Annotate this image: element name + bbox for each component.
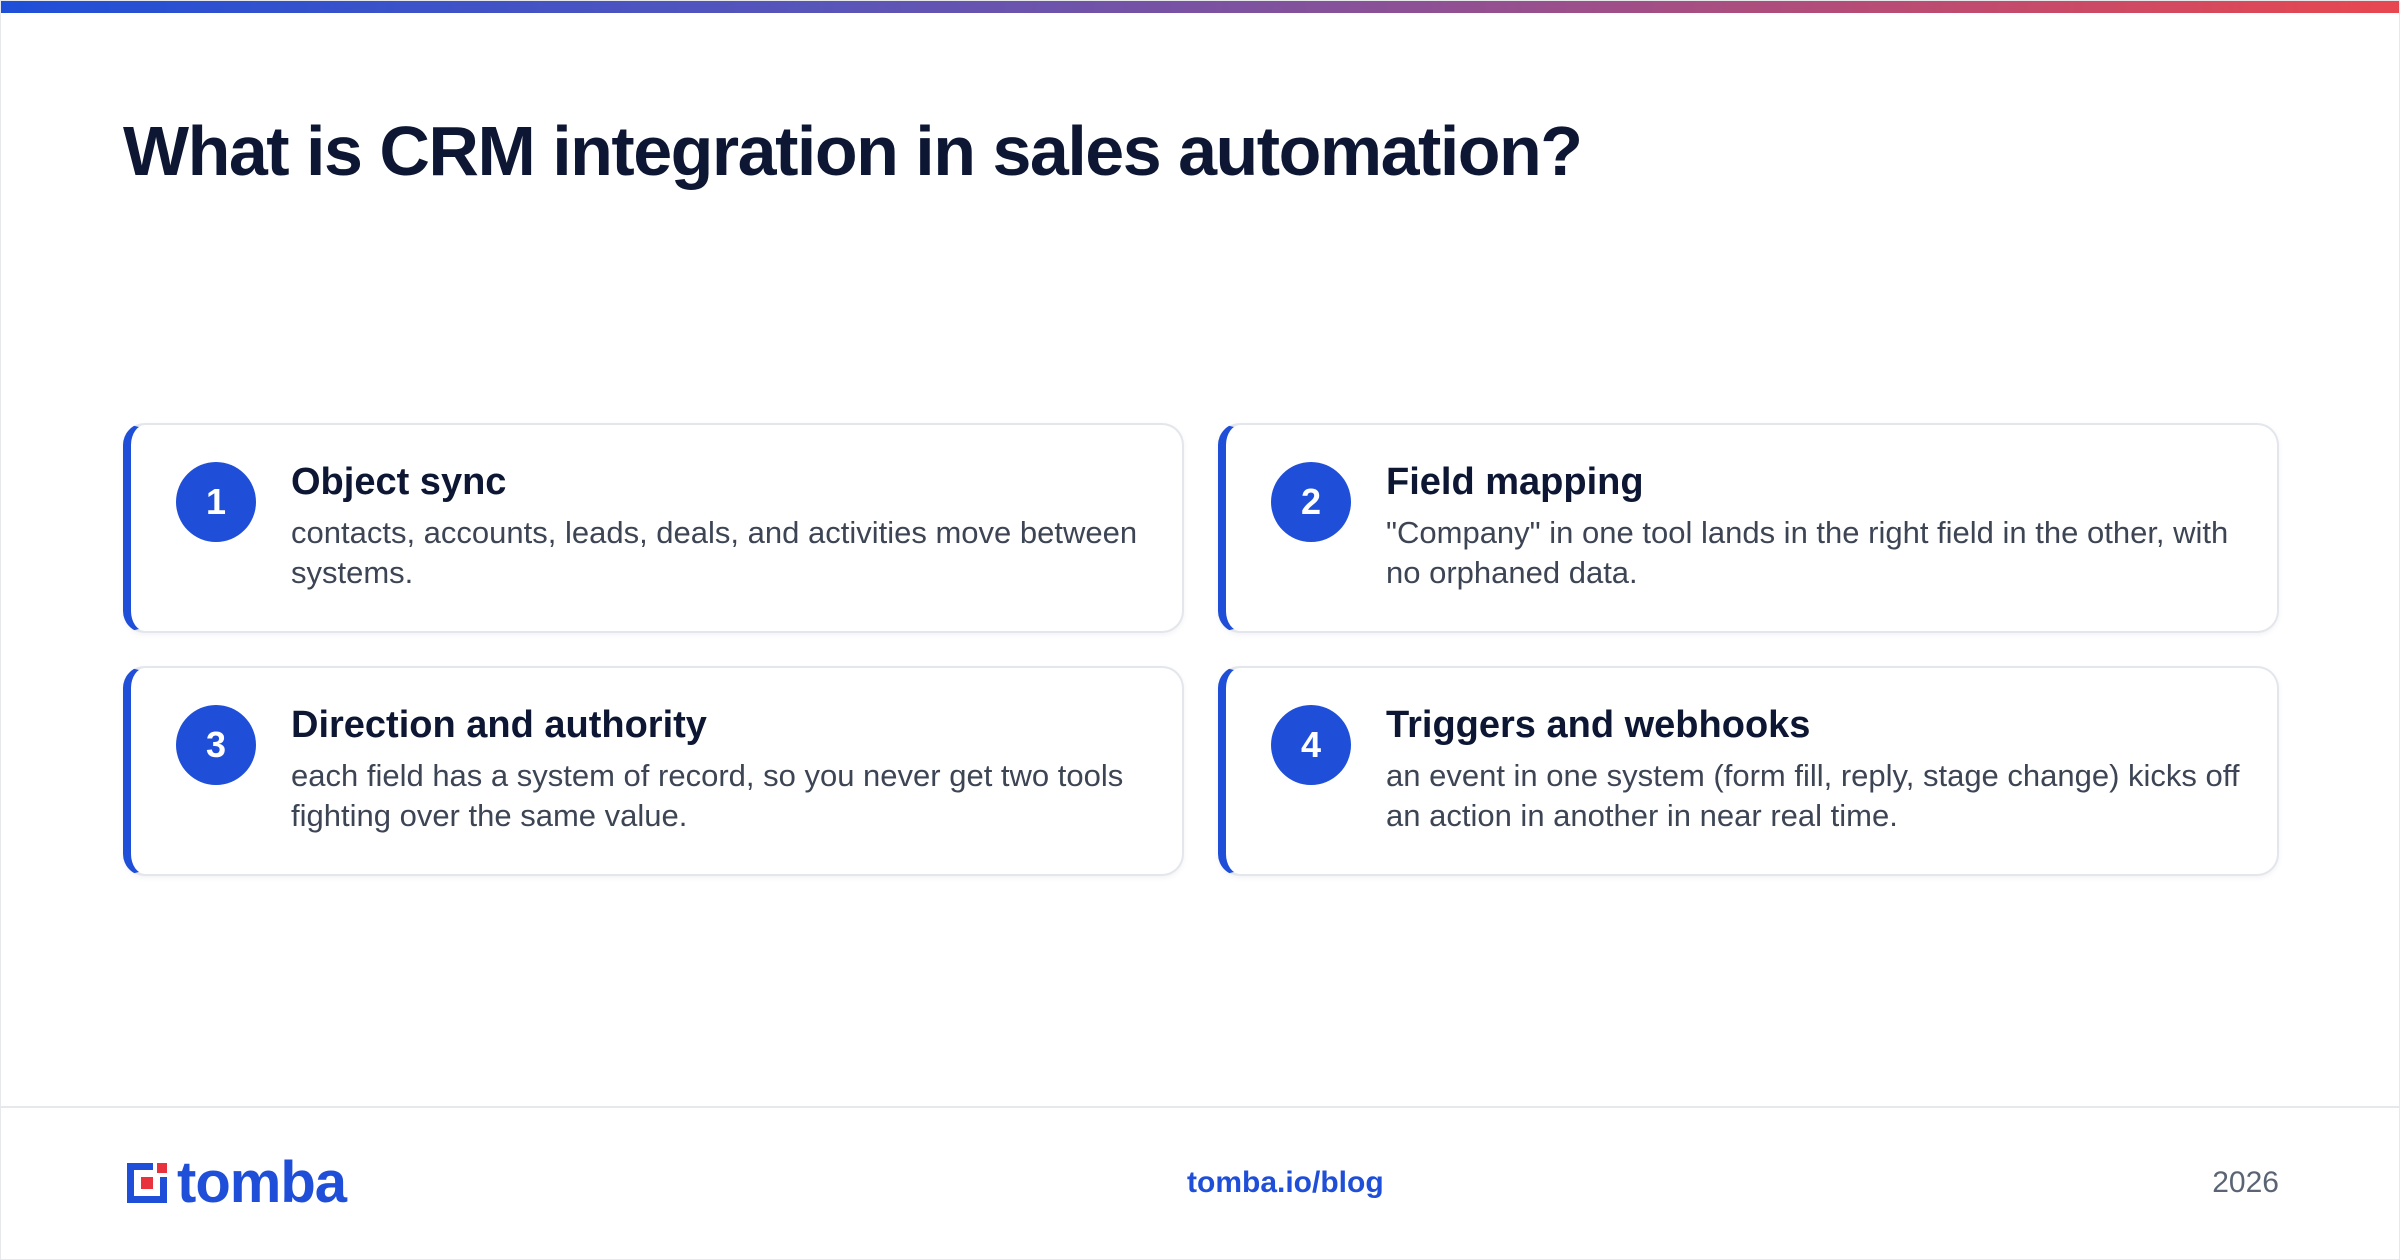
logo-wordmark: tomba xyxy=(177,1150,347,1215)
page: What is CRM integration in sales automat… xyxy=(0,0,2400,1260)
card-title: Field mapping xyxy=(1386,461,1644,503)
card-number-badge: 3 xyxy=(176,705,256,785)
footer-year: 2026 xyxy=(2212,1166,2279,1199)
tomba-logo-icon xyxy=(127,1163,167,1203)
card-direction-and-authority: 3 Direction and authority each field has… xyxy=(123,666,1184,876)
card-description: contacts, accounts, leads, deals, and ac… xyxy=(291,515,1138,590)
card-number-badge: 4 xyxy=(1271,705,1351,785)
page-title: What is CRM integration in sales automat… xyxy=(123,112,1583,190)
card-description: each field has a system of record, so yo… xyxy=(291,758,1124,833)
footer-divider xyxy=(1,1106,2399,1108)
cards-grid: 1 Object sync contacts, accounts, leads,… xyxy=(123,423,2279,876)
card-description: "Company" in one tool lands in the right… xyxy=(1386,515,2229,590)
tomba-logo[interactable]: tomba xyxy=(123,1150,347,1215)
card-triggers-and-webhooks: 4 Triggers and webhooks an event in one … xyxy=(1218,666,2279,876)
card-title: Triggers and webhooks xyxy=(1386,704,1811,746)
card-field-mapping: 2 Field mapping "Company" in one tool la… xyxy=(1218,423,2279,633)
gradient-top-bar xyxy=(1,1,2399,13)
card-object-sync: 1 Object sync contacts, accounts, leads,… xyxy=(123,423,1184,633)
card-title: Object sync xyxy=(291,461,507,503)
card-number-badge: 2 xyxy=(1271,462,1351,542)
card-number-badge: 1 xyxy=(176,462,256,542)
card-description: an event in one system (form fill, reply… xyxy=(1386,758,2240,833)
blog-link[interactable]: tomba.io/blog xyxy=(1187,1163,1384,1203)
card-title: Direction and authority xyxy=(291,704,707,746)
